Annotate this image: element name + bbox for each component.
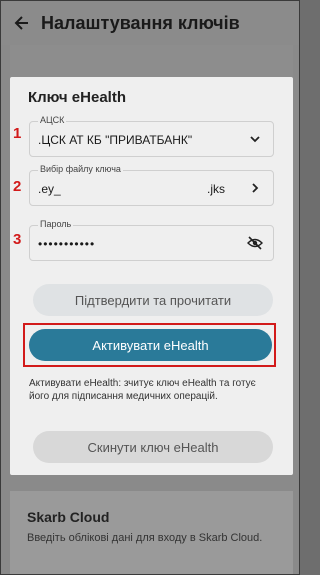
step-marker-1: 1	[13, 125, 22, 142]
key-file-name: .ey_	[38, 182, 61, 196]
password-value: •••••••••••	[38, 237, 96, 251]
skarb-cloud-title: Skarb Cloud	[27, 509, 110, 525]
section-title: Ключ eHealth	[28, 89, 126, 106]
reset-key-button[interactable]: Скинути ключ eHealth	[33, 431, 273, 463]
confirm-read-button[interactable]: Підтвердити та прочитати	[33, 284, 273, 316]
screen: Налаштування ключів Ключ eHealth 1 АЦСК …	[0, 0, 300, 575]
step-marker-2: 2	[13, 178, 22, 195]
acsk-value: .ЦСК АТ КБ "ПРИВАТБАНК"	[38, 133, 193, 147]
password-label: Пароль	[38, 219, 74, 229]
activate-description: Активувати eHealth: зчитує ключ eHealth …	[29, 378, 256, 402]
card-gap	[10, 475, 293, 491]
acsk-select[interactable]: АЦСК .ЦСК АТ КБ "ПРИВАТБАНК"	[29, 115, 274, 157]
key-file-label: Вибір файлу ключа	[38, 164, 123, 174]
eye-off-icon[interactable]	[247, 235, 263, 251]
app-bar: Налаштування ключів	[1, 1, 299, 45]
step-marker-3: 3	[13, 231, 22, 248]
card-gap	[10, 45, 293, 77]
skarb-cloud-description: Введіть облікові дані для входу в Skarb …	[27, 532, 263, 544]
chevron-down-icon	[247, 131, 263, 147]
password-field[interactable]: Пароль •••••••••••	[29, 219, 274, 261]
chevron-right-icon	[247, 180, 263, 196]
key-file-picker[interactable]: Вибір файлу ключа .ey_ .jks	[29, 164, 274, 206]
page-title: Налаштування ключів	[41, 12, 240, 33]
activate-ehealth-button[interactable]: Активувати eHealth	[29, 329, 272, 361]
key-file-extension: .jks	[207, 182, 225, 196]
skarb-cloud-card: Skarb Cloud Введіть облікові дані для вх…	[10, 491, 293, 574]
acsk-label: АЦСК	[38, 115, 67, 125]
arrow-left-icon[interactable]	[11, 13, 31, 33]
